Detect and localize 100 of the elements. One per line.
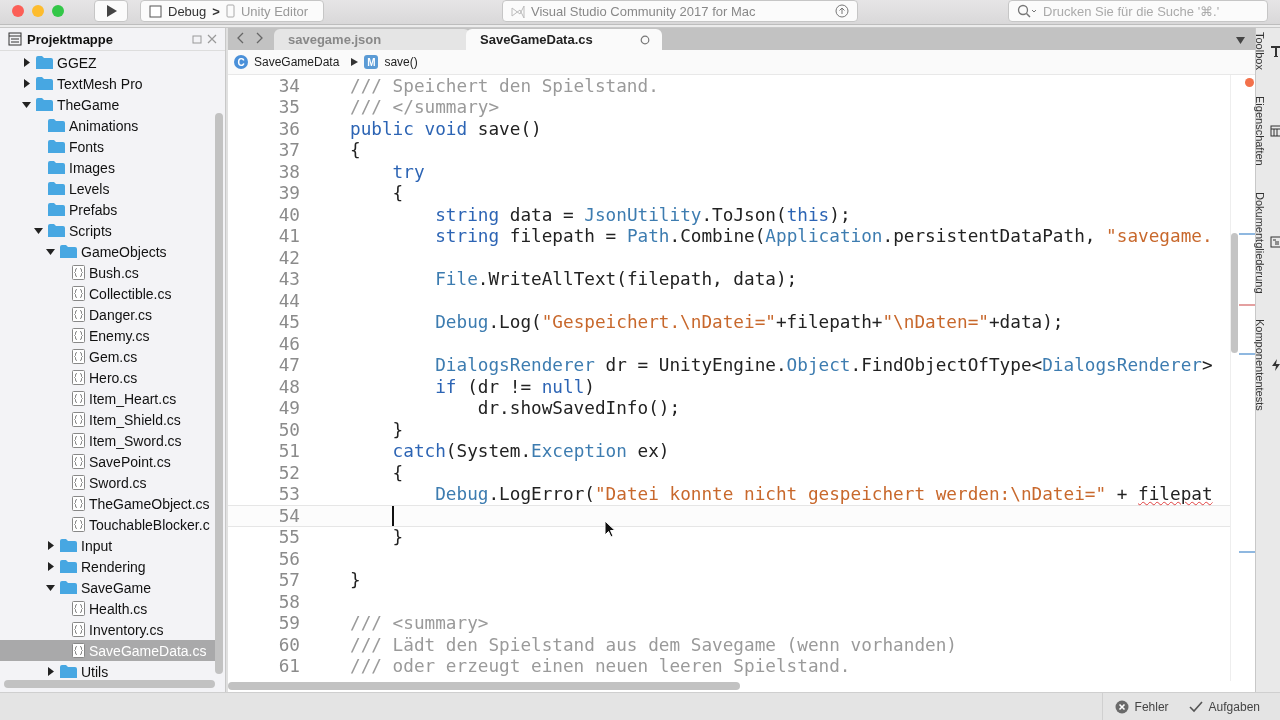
line-number: 35 (277, 97, 300, 118)
line-number: 42 (277, 247, 300, 268)
tree-item[interactable]: Levels (0, 178, 215, 199)
status-button[interactable]: Fehler (1114, 699, 1169, 714)
disclosure-triangle-icon[interactable] (21, 100, 31, 109)
tree-item[interactable]: Bush.cs (0, 262, 215, 283)
configuration-label: Debug (168, 3, 207, 19)
line-number: 46 (277, 333, 300, 354)
tree-item[interactable]: Hero.cs (0, 367, 215, 388)
code-file-icon (72, 517, 85, 532)
tree-item[interactable]: GameObjects (0, 241, 215, 262)
code-line: } (391, 527, 404, 548)
line-number: 60 (277, 634, 300, 655)
side-pad-tab[interactable]: Eigenschaften (1254, 95, 1280, 166)
tree-item[interactable]: TextMesh Pro (0, 73, 215, 94)
code-line: { (391, 462, 404, 483)
status-button[interactable]: Aufgaben (1188, 699, 1260, 714)
line-number: 61 (277, 656, 300, 677)
code-file-icon (72, 496, 85, 511)
editor-tab[interactable]: SaveGameData.cs (466, 29, 662, 50)
code-line: public void save() (350, 118, 542, 139)
folder-icon (48, 182, 65, 195)
line-number: 51 (277, 441, 300, 462)
breadcrumb-item[interactable]: SaveGameData (254, 55, 340, 69)
tree-item[interactable]: Input (0, 535, 215, 556)
code-file-icon (72, 412, 85, 427)
line-number: 47 (277, 355, 300, 376)
tree-item[interactable]: Enemy.cs (0, 325, 215, 346)
tree-item[interactable]: Danger.cs (0, 304, 215, 325)
tree-item[interactable]: Fonts (0, 136, 215, 157)
tree-item[interactable]: Inventory.cs (0, 619, 215, 640)
disclosure-triangle-icon[interactable] (21, 58, 31, 67)
forward-icon[interactable] (255, 32, 264, 44)
code-line: DialogsRenderer dr = UnityEngine.Object.FindObjectOfType<DialogsRenderer> (434, 355, 1213, 376)
run-button[interactable] (94, 0, 128, 22)
tree-item[interactable]: Rendering (0, 556, 215, 577)
tree-item[interactable]: TheGame (0, 94, 215, 115)
tree-item[interactable]: SaveGame (0, 577, 215, 598)
checkbox-icon (149, 4, 162, 18)
run-configuration-selector[interactable]: Debug > Unity Editor (140, 0, 324, 22)
code-file-icon (72, 622, 85, 637)
code-file-icon (72, 328, 85, 343)
tree-item[interactable]: GGEZ (0, 52, 215, 73)
code-file-icon (72, 265, 85, 280)
error-marker[interactable] (1245, 78, 1254, 87)
folder-icon (60, 665, 77, 678)
disclosure-triangle-icon[interactable] (21, 79, 31, 88)
disclosure-triangle-icon[interactable] (45, 541, 55, 550)
error-icon (1114, 699, 1129, 714)
tree-item[interactable]: Prefabs (0, 199, 215, 220)
tree-item[interactable]: Animations (0, 115, 215, 136)
scrollbar-thumb[interactable] (1231, 233, 1238, 353)
breadcrumb-item[interactable]: save() (384, 55, 418, 69)
close-window-button[interactable] (12, 5, 24, 17)
unsaved-dot-icon[interactable] (640, 34, 650, 45)
code-line: try (391, 161, 425, 182)
line-number: 41 (277, 226, 300, 247)
disclosure-triangle-icon[interactable] (45, 667, 55, 676)
code-line: string filepath = Path.Combine(Application.persistentDataPath, "savegame. (434, 226, 1213, 247)
line-number: 40 (277, 204, 300, 225)
horizontal-scrollbar[interactable] (228, 682, 740, 690)
folder-icon (60, 581, 77, 594)
tree-item[interactable]: Scripts (0, 220, 215, 241)
vertical-scrollbar[interactable] (215, 113, 223, 674)
disclosure-triangle-icon[interactable] (45, 247, 55, 256)
folder-icon (48, 203, 65, 216)
tree-item[interactable]: Collectible.cs (0, 283, 215, 304)
device-icon (225, 4, 235, 18)
code-line: /// <summary> (350, 613, 489, 634)
tree-item[interactable]: Gem.cs (0, 346, 215, 367)
folder-icon (48, 224, 65, 237)
folder-icon (48, 119, 65, 132)
tree-item[interactable]: Sword.cs (0, 472, 215, 493)
horizontal-scrollbar[interactable] (4, 680, 215, 688)
dropdown-icon[interactable] (1236, 37, 1245, 44)
tree-item[interactable]: Utils (0, 661, 215, 678)
disclosure-triangle-icon[interactable] (45, 562, 55, 571)
back-icon[interactable] (236, 32, 245, 44)
tree-item[interactable]: Images (0, 157, 215, 178)
tree-item[interactable]: Item_Shield.cs (0, 409, 215, 430)
disclosure-triangle-icon[interactable] (45, 583, 55, 592)
disclosure-triangle-icon[interactable] (33, 226, 43, 235)
line-number: 55 (277, 527, 300, 548)
tree-item[interactable]: Health.cs (0, 598, 215, 619)
tree-item[interactable]: SavePoint.cs (0, 451, 215, 472)
side-pad-tab[interactable]: Komponententests (1254, 319, 1280, 411)
line-number: 58 (277, 591, 300, 612)
tree-item[interactable]: Item_Heart.cs (0, 388, 215, 409)
side-pad-tab[interactable]: Dokumentgliederung (1254, 191, 1280, 294)
folder-icon (60, 560, 77, 573)
outline-icon (1270, 236, 1280, 249)
class-icon: C (234, 55, 248, 69)
tree-item[interactable]: TheGameObject.cs (0, 493, 215, 514)
folder-icon (48, 161, 65, 174)
side-pad-tab[interactable]: Toolbox (1254, 32, 1280, 70)
tree-item[interactable]: TouchableBlocker.c (0, 514, 215, 535)
close-icon[interactable] (207, 34, 217, 44)
code-line: } (391, 419, 404, 440)
tree-item[interactable]: Item_Sword.cs (0, 430, 215, 451)
change-marker (1239, 551, 1255, 553)
